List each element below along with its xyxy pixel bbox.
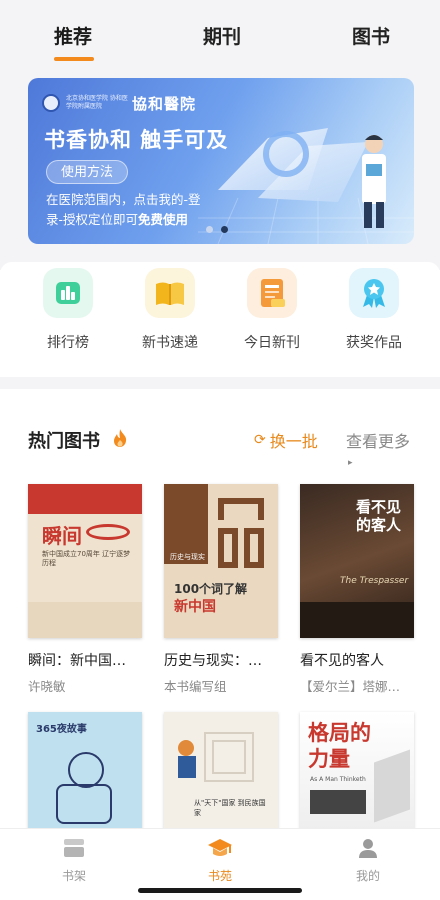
quick-action-today-journals[interactable]: 今日新刊 [232, 268, 312, 352]
quick-action-label: 排行榜 [47, 335, 89, 351]
nav-label: 书架 [61, 869, 86, 883]
active-tab-indicator [54, 57, 94, 61]
book-card[interactable]: 历史与现实 100个词了解 新中国 历史与现实：… 本书编写组 [164, 484, 278, 695]
banner-desc-line1: 在医院范围内，点击我的-登 [46, 192, 201, 207]
logo-caption: 北京协和医学院 协和医学院附属医院 [66, 95, 128, 110]
cover-title: 瞬间 [42, 524, 82, 548]
hot-books-header: 热门图书 ⟳ 换一批 查看更多 ▸ [28, 425, 412, 468]
pagination-dot[interactable] [206, 226, 213, 233]
quick-action-label: 新书速递 [142, 335, 198, 351]
triangle-right-icon: ▸ [348, 457, 353, 468]
tab-books[interactable]: 图书 [352, 22, 390, 49]
cover-title: 从"天下"国家 到民族国家 [194, 799, 266, 817]
cover-subtitle: As A Man Thinketh [310, 776, 366, 783]
logo-name: 協和醫院 [132, 94, 197, 113]
quick-action-label: 获奖作品 [346, 335, 402, 351]
doctor-book-illustration [198, 128, 414, 244]
tab-recommend[interactable]: 推荐 [54, 22, 92, 49]
graduation-cap-icon [208, 839, 232, 856]
quick-action-new-books[interactable]: 新书速递 [130, 268, 210, 352]
person-icon [359, 839, 377, 858]
hospital-logo: 北京协和医学院 协和医学院附属医院 協和醫院 [42, 92, 196, 114]
banner-pagination [206, 226, 236, 233]
cover-top-text: 历史与现实 [170, 553, 205, 561]
pagination-dot-active[interactable] [221, 226, 228, 233]
nav-label: 我的 [355, 869, 380, 883]
tab-journals[interactable]: 期刊 [203, 22, 241, 49]
book-author: 本书编写组 [164, 679, 227, 694]
quick-action-awards[interactable]: 获奖作品 [334, 268, 414, 352]
flame-icon [114, 429, 127, 447]
open-book-icon [145, 268, 195, 318]
see-more-link[interactable]: 查看更多 ▸ [346, 428, 412, 471]
nav-mine[interactable]: 我的 [328, 837, 408, 884]
refresh-button[interactable]: ⟳ 换一批 [254, 428, 318, 452]
banner-desc-highlight: 免费使用 [138, 212, 189, 227]
book-title: 看不见的客人 [300, 653, 384, 669]
book-cover: 看不见的客人 The Trespasser [300, 484, 414, 638]
top-tabs: 推荐 期刊 图书 [0, 0, 440, 70]
book-cover: 历史与现实 100个词了解 新中国 [164, 484, 278, 638]
book-card[interactable]: 瞬间 新中国成立70周年 辽宁逐梦历程 瞬间：新中国… 许晓敏 [28, 484, 142, 695]
quick-action-label: 今日新刊 [244, 335, 300, 351]
home-indicator [138, 888, 302, 893]
nav-label: 书苑 [207, 869, 232, 883]
hospital-seal-icon [42, 94, 60, 112]
cover-subtitle: 新中国成立70周年 辽宁逐梦历程 [42, 550, 131, 567]
book-author: 许晓敏 [28, 679, 66, 694]
book-author: 【爱尔兰】塔娜… [300, 679, 401, 694]
ranking-icon [43, 268, 93, 318]
see-more-label: 查看更多 [346, 432, 411, 451]
award-medal-icon [349, 268, 399, 318]
refresh-icon: ⟳ [254, 432, 266, 448]
quick-actions: 排行榜 新书速递 今日新刊 获奖作品 [0, 262, 440, 372]
book-cover: 瞬间 新中国成立70周年 辽宁逐梦历程 [28, 484, 142, 638]
section-divider [0, 377, 440, 389]
cover-subtitle: The Trespasser [340, 576, 409, 586]
usage-guide-button[interactable]: 使用方法 [46, 160, 129, 184]
book-title: 历史与现实：… [164, 653, 262, 669]
book-title: 瞬间：新中国… [28, 653, 126, 669]
cover-title: 看不见的客人 [356, 498, 402, 534]
banner-desc-line2: 录-授权定位即可 [46, 212, 139, 227]
book-card[interactable]: 看不见的客人 The Trespasser 看不见的客人 【爱尔兰】塔娜… [300, 484, 414, 695]
cover-subtitle: 新中国 [174, 599, 216, 615]
nav-bookshelf[interactable]: 书架 [34, 837, 114, 884]
nav-book-garden[interactable]: 书苑 [180, 837, 260, 884]
bookshelf-icon [64, 839, 84, 857]
cover-title: 100个词了解 [174, 582, 248, 596]
quick-action-ranking[interactable]: 排行榜 [28, 268, 108, 352]
new-journal-icon [247, 268, 297, 318]
section-title: 热门图书 [28, 431, 100, 452]
cover-title: 365夜故事 [36, 724, 87, 735]
refresh-label: 换一批 [269, 432, 318, 451]
promo-banner[interactable]: 北京协和医学院 协和医学院附属医院 協和醫院 书香协和 触手可及 使用方法 在医… [28, 78, 414, 244]
